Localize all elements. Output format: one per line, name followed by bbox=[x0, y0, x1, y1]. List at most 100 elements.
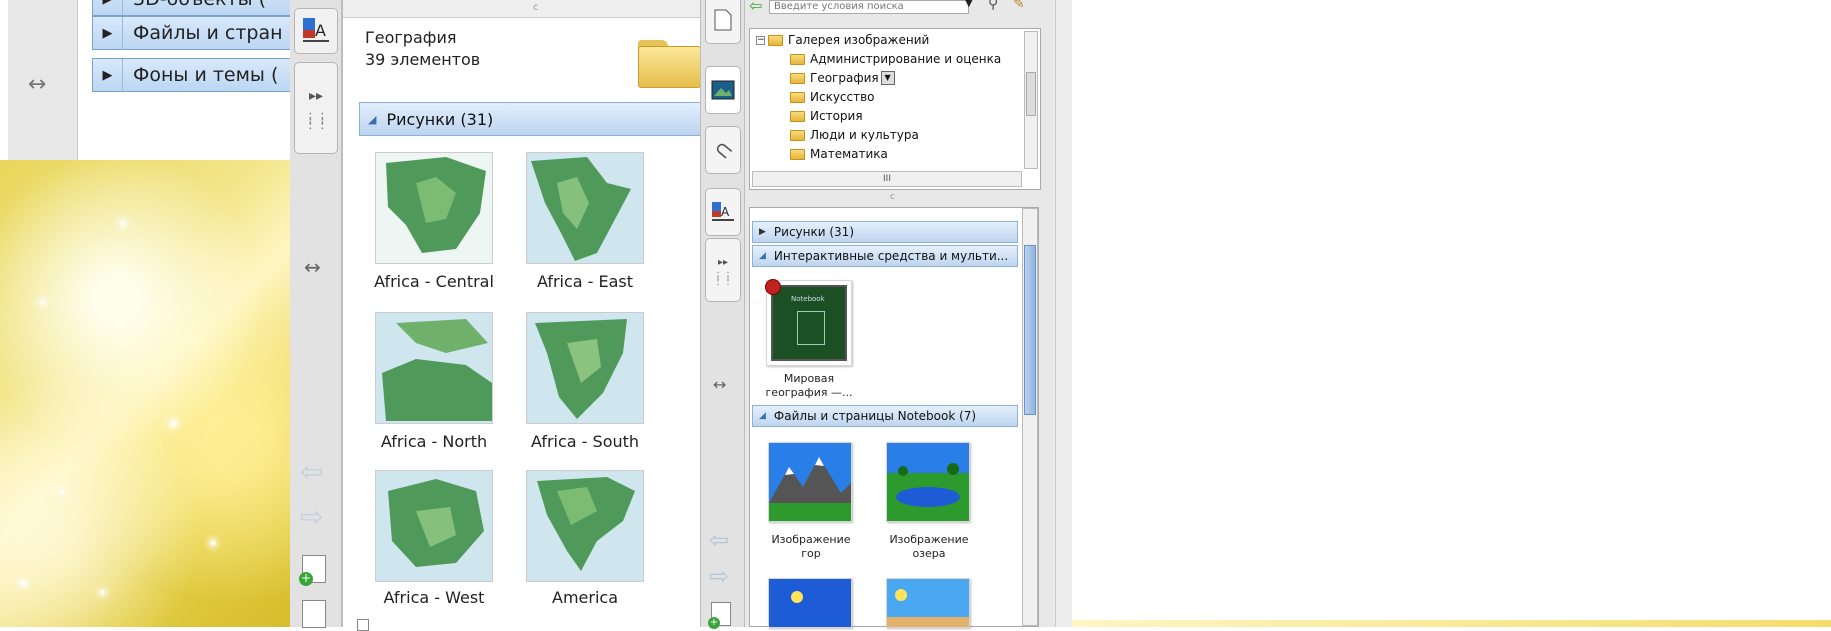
category-row[interactable]: ▶ Файлы и стран bbox=[92, 16, 292, 50]
magic-wand-icon[interactable]: ✎ bbox=[1013, 0, 1025, 12]
folder-icon bbox=[790, 53, 805, 65]
grip-icon: ⋮⋮ ⋮⋮ bbox=[713, 270, 733, 287]
forward-arrow-icon[interactable]: ⇨ bbox=[300, 500, 323, 533]
map-thumbnail[interactable] bbox=[526, 152, 644, 264]
expand-arrow-icon[interactable]: ▶ bbox=[93, 59, 123, 91]
map-image bbox=[376, 471, 492, 581]
map-image bbox=[376, 313, 492, 423]
interactive-thumbnail[interactable]: Notebook bbox=[765, 279, 852, 366]
resize-arrows-icon[interactable]: ↔ bbox=[28, 72, 46, 97]
double-chevron-icon: ▸▸ bbox=[308, 88, 324, 104]
scroll-indicator: c bbox=[890, 192, 895, 202]
expand-arrow-icon[interactable]: ▶ bbox=[93, 0, 123, 15]
resize-arrows-icon[interactable]: ↔ bbox=[713, 375, 726, 394]
folder-icon bbox=[790, 72, 805, 84]
resize-arrows-icon[interactable]: ↔ bbox=[304, 255, 321, 279]
search-input[interactable]: Введите условия поиска bbox=[769, 0, 969, 14]
panel-scrollbar[interactable] bbox=[1055, 0, 1072, 627]
add-page-icon[interactable]: + bbox=[708, 602, 731, 629]
map-thumbnail[interactable] bbox=[375, 312, 493, 424]
panel-sidebar: ↔ bbox=[8, 0, 78, 160]
item-caption: Africa - West bbox=[383, 588, 485, 604]
collapse-arrow-icon[interactable]: ◢ bbox=[759, 411, 766, 421]
tree-item[interactable]: Администрирование и оценка bbox=[790, 52, 1001, 66]
map-thumbnail[interactable] bbox=[526, 470, 644, 582]
back-arrow-icon[interactable]: ⇦ bbox=[749, 0, 762, 15]
panel-toggle-tab[interactable]: ▸▸ ⋮⋮ ⋮⋮ bbox=[705, 238, 741, 302]
item-caption: Africa - Central bbox=[374, 272, 494, 291]
double-chevron-icon: ▸▸ bbox=[717, 256, 729, 268]
collapse-icon[interactable]: − bbox=[756, 35, 765, 45]
category-row[interactable]: ▶ Фоны и темы ( bbox=[92, 58, 292, 92]
mountains-image bbox=[769, 443, 851, 521]
section-header[interactable]: ◢ Файлы и страницы Notebook (7) bbox=[752, 405, 1018, 427]
item-caption: Мировая география —... bbox=[765, 372, 853, 399]
grip-icon: ⋮⋮ ⋮⋮ bbox=[304, 111, 329, 132]
sea-image bbox=[769, 579, 851, 627]
map-image bbox=[527, 153, 643, 263]
gallery-tab[interactable]: A bbox=[294, 8, 338, 54]
item-caption: Africa - East bbox=[536, 272, 634, 291]
page-sorter-tab[interactable] bbox=[705, 0, 741, 44]
image-thumbnail[interactable] bbox=[886, 442, 970, 522]
delete-page-icon[interactable] bbox=[302, 600, 326, 628]
folder-icon bbox=[790, 129, 805, 141]
item-count: 39 элементов bbox=[365, 50, 481, 69]
map-thumbnail[interactable] bbox=[375, 152, 493, 264]
gallery-panel-2: ⇦ Введите условия поиска ▼ ⚲ ✎ − Галерея… bbox=[745, 0, 1065, 628]
item-menu-icon[interactable]: ▼ bbox=[880, 71, 895, 85]
folder-icon bbox=[790, 91, 805, 103]
side-tab-strip-2: ⊂ A ▸▸ ⋮⋮ ⋮⋮ ↔ ⇦ ⇨ + bbox=[700, 0, 745, 629]
side-tab-strip: A ▸▸ ⋮⋮ ⋮⋮ ↔ ⇦ ⇨ + bbox=[290, 0, 342, 628]
tree-root[interactable]: − Галерея изображений bbox=[756, 33, 929, 47]
tree-hscrollbar[interactable]: III bbox=[752, 171, 1022, 187]
expand-arrow-icon[interactable]: ▶ bbox=[759, 227, 766, 237]
section-header[interactable]: ◢ Интерактивные средства и мульти... bbox=[752, 245, 1018, 267]
tree-item[interactable]: Математика bbox=[790, 147, 888, 161]
map-thumbnail[interactable] bbox=[526, 312, 644, 424]
picture-icon bbox=[711, 80, 735, 100]
image-thumbnail[interactable] bbox=[768, 442, 852, 522]
gallery-icon: A bbox=[303, 18, 329, 42]
forward-arrow-icon[interactable]: ⇨ bbox=[709, 562, 729, 590]
category-row[interactable]: ▶ 3D-объекты ( bbox=[92, 0, 292, 16]
attachments-tab[interactable]: ⊂ bbox=[705, 126, 741, 174]
item-caption: Africa - South bbox=[530, 432, 640, 451]
panel-top-bar: c bbox=[343, 0, 701, 18]
search-icon[interactable]: ⚲ bbox=[988, 0, 998, 12]
section-header[interactable]: ◢ Рисунки (31) bbox=[359, 102, 701, 136]
gallery-content: ▶ Рисунки (31) ◢ Интерактивные средства … bbox=[749, 207, 1039, 628]
folder-title: География bbox=[365, 28, 457, 47]
image-thumbnail[interactable] bbox=[768, 578, 852, 628]
svg-text:A: A bbox=[721, 205, 730, 219]
map-thumbnail[interactable] bbox=[375, 470, 493, 582]
back-arrow-icon[interactable]: ⇦ bbox=[300, 455, 323, 488]
item-caption: Изображение гор bbox=[771, 533, 851, 560]
panel-toggle-tab[interactable]: ▸▸ ⋮⋮ ⋮⋮ bbox=[294, 62, 338, 154]
section-header[interactable]: ▶ Рисунки (31) bbox=[752, 221, 1018, 243]
map-image bbox=[376, 153, 492, 263]
back-arrow-icon[interactable]: ⇦ bbox=[709, 526, 729, 554]
gallery-icon: A bbox=[712, 202, 734, 221]
folder-icon bbox=[790, 110, 805, 122]
add-page-icon[interactable]: + bbox=[299, 555, 326, 586]
tree-item[interactable]: Люди и культура bbox=[790, 128, 919, 142]
tree-item[interactable]: Искусство bbox=[790, 90, 875, 104]
tree-item-selected[interactable]: География ▼ bbox=[790, 71, 895, 85]
dropdown-arrow-icon[interactable]: ▼ bbox=[965, 0, 973, 9]
desert-image bbox=[887, 579, 969, 627]
page-icon bbox=[714, 9, 732, 31]
gallery-tab[interactable] bbox=[705, 66, 741, 114]
gallery-scrollbar[interactable] bbox=[1022, 208, 1038, 626]
item-caption: Africa - North bbox=[380, 432, 488, 451]
folder-icon bbox=[790, 148, 805, 160]
properties-tab[interactable]: A bbox=[705, 188, 741, 236]
expand-arrow-icon[interactable]: ▶ bbox=[93, 17, 123, 49]
checkbox[interactable] bbox=[357, 619, 369, 631]
tree-scrollbar[interactable] bbox=[1024, 31, 1038, 169]
map-image bbox=[527, 313, 643, 423]
image-thumbnail[interactable] bbox=[886, 578, 970, 628]
tree-item[interactable]: История bbox=[790, 109, 863, 123]
collapse-arrow-icon[interactable]: ◢ bbox=[368, 113, 376, 126]
collapse-arrow-icon[interactable]: ◢ bbox=[759, 251, 766, 261]
